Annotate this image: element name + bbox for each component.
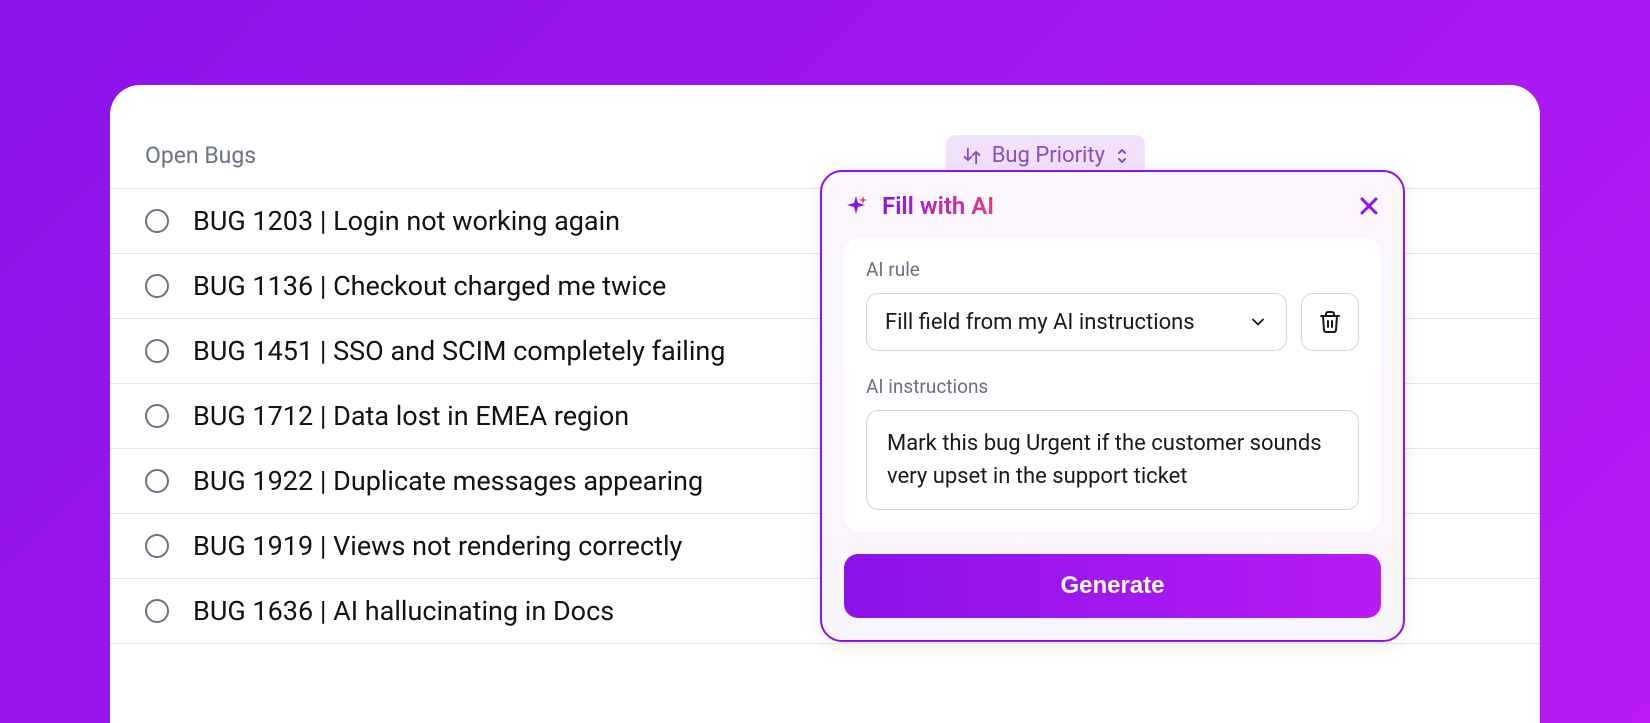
chevron-down-icon [1248, 312, 1268, 332]
radio-icon[interactable] [145, 599, 169, 623]
generate-button[interactable]: Generate [844, 554, 1381, 618]
bug-title: BUG 1451 | SSO and SCIM completely faili… [193, 335, 725, 367]
bug-title: BUG 1922 | Duplicate messages appearing [193, 465, 703, 497]
radio-icon[interactable] [145, 534, 169, 558]
radio-icon[interactable] [145, 209, 169, 233]
delete-rule-button[interactable] [1301, 293, 1359, 351]
close-icon[interactable] [1357, 194, 1381, 218]
bug-title: BUG 1919 | Views not rendering correctly [193, 530, 682, 562]
radio-icon[interactable] [145, 274, 169, 298]
list-title: Open Bugs [145, 142, 256, 169]
ai-rule-value: Fill field from my AI instructions [885, 310, 1195, 335]
radio-icon[interactable] [145, 469, 169, 493]
sparkle-icon [844, 194, 868, 218]
ai-rule-row: Fill field from my AI instructions [866, 293, 1359, 351]
bug-title: BUG 1203 | Login not working again [193, 205, 620, 237]
bug-title: BUG 1136 | Checkout charged me twice [193, 270, 666, 302]
fill-with-ai-popover: Fill with AI AI rule Fill field from my … [820, 170, 1405, 642]
trash-icon [1318, 310, 1342, 334]
bug-title: BUG 1712 | Data lost in EMEA region [193, 400, 629, 432]
radio-icon[interactable] [145, 339, 169, 363]
popover-header: Fill with AI [844, 192, 1381, 220]
priority-label: Bug Priority [992, 143, 1105, 168]
popover-title: Fill with AI [882, 192, 994, 220]
bug-title: BUG 1636 | AI hallucinating in Docs [193, 595, 614, 627]
ai-rule-select[interactable]: Fill field from my AI instructions [866, 293, 1287, 351]
swap-icon [962, 146, 982, 166]
ai-instructions-label: AI instructions [866, 375, 1359, 398]
ai-rule-label: AI rule [866, 258, 1359, 281]
popover-form-card: AI rule Fill field from my AI instructio… [844, 238, 1381, 532]
ai-instructions-input[interactable]: Mark this bug Urgent if the customer sou… [866, 410, 1359, 510]
sort-updown-icon [1115, 147, 1129, 165]
radio-icon[interactable] [145, 404, 169, 428]
